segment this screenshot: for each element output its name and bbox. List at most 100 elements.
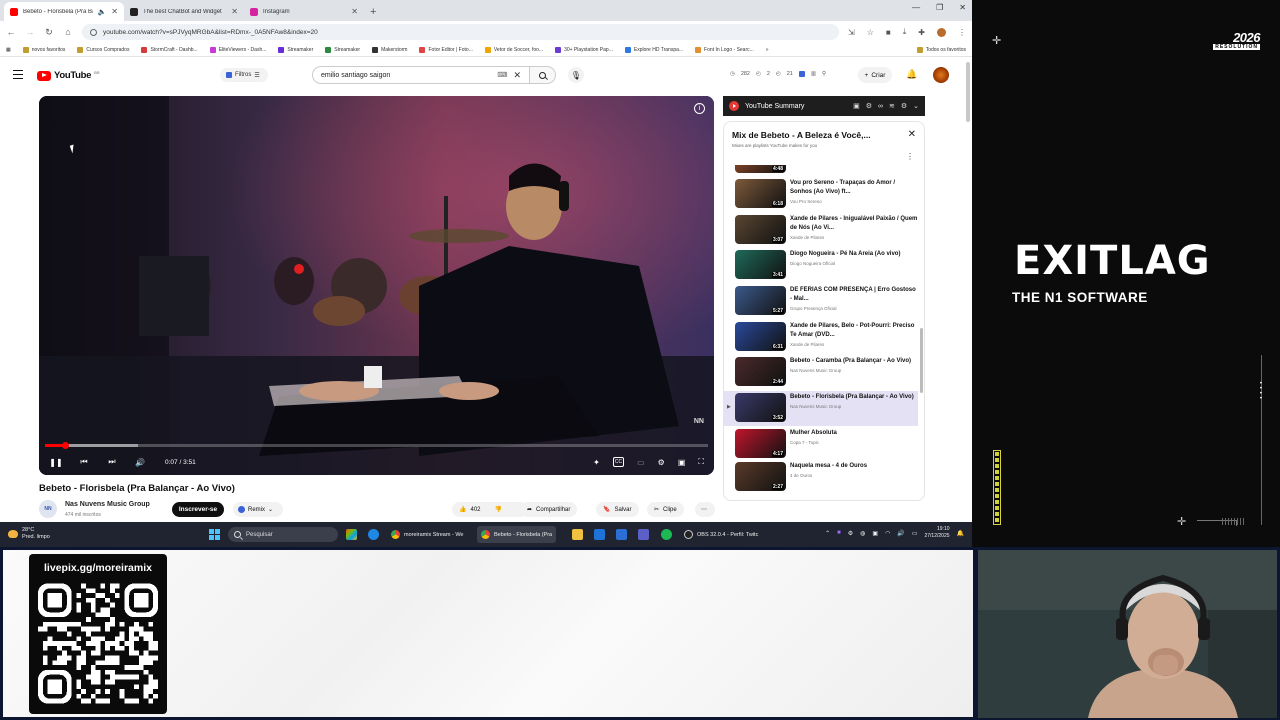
chevron-down-icon[interactable]: ⌄	[913, 102, 919, 110]
notification-icon[interactable]: 🔔	[957, 530, 964, 537]
apps-grid-icon[interactable]: ▦	[6, 47, 11, 53]
site-info-icon[interactable]	[90, 28, 97, 36]
speaker-icon[interactable]: 🔊	[897, 530, 904, 537]
tray-app-icon[interactable]: ■	[837, 530, 841, 536]
playlist-item[interactable]: 3:41 Diogo Nogueira - Pé Na Areia (Ao viv…	[724, 248, 918, 283]
teams-icon[interactable]	[638, 529, 649, 540]
forward-icon[interactable]: →	[25, 27, 35, 37]
account-avatar[interactable]	[933, 67, 949, 83]
more-options-icon[interactable]: ⋮	[906, 152, 914, 161]
video-thumbnail[interactable]: 2:44	[735, 357, 786, 386]
menu-kebab-icon[interactable]: ⋮	[958, 28, 966, 37]
taskbar-app-chrome-youtube[interactable]: Bebeto - Florisbela (Pra	[477, 526, 557, 543]
playlist-item[interactable]: 3:07 Xande de Pilares - Inigualável Paixã…	[724, 213, 918, 248]
miniplayer-icon[interactable]: ▣	[678, 458, 686, 467]
thumbs-down-icon[interactable]: 👎	[495, 506, 502, 513]
create-button[interactable]: + Criar	[858, 67, 892, 83]
puzzle-icon[interactable]: ✚	[918, 28, 925, 37]
tab-youtube[interactable]: Bebeto - Florisbela (Pra Bal 🔈 ✕	[4, 2, 124, 21]
video-thumbnail[interactable]: 5:27	[735, 286, 786, 315]
keyboard-icon[interactable]: ⌨	[497, 71, 507, 79]
taskbar-app-chrome-stream[interactable]: moreiramix Stream - We	[387, 526, 468, 543]
close-window-icon[interactable]: ✕	[959, 3, 966, 12]
minimize-icon[interactable]: —	[912, 3, 920, 12]
bookmark-item[interactable]: EliteViewers - Dash...	[209, 46, 266, 53]
all-bookmarks-folder[interactable]: Todos os favoritos	[916, 46, 966, 53]
install-icon[interactable]: ⇲	[848, 28, 855, 37]
weather-widget[interactable]: 28°C Pred. limpo	[8, 527, 50, 541]
reload-icon[interactable]: ↻	[44, 27, 54, 38]
chevron-up-icon[interactable]: ⌃	[825, 530, 830, 537]
speaker-icon[interactable]: 🔈	[98, 8, 107, 16]
bookmark-item[interactable]: Streamaker	[278, 46, 313, 53]
previous-icon[interactable]: ⏮	[77, 457, 91, 467]
more-actions-icon[interactable]: ⋯	[695, 502, 715, 517]
youtube-summary-bar[interactable]: YouTube Summary ▣ ⚙ ∞ ≋ ⚙ ⌄	[723, 96, 925, 116]
copilot-icon[interactable]	[346, 529, 357, 540]
home-icon[interactable]: ⌂	[63, 27, 73, 37]
search-button[interactable]	[530, 66, 556, 84]
waveform-icon[interactable]: ≋	[889, 102, 895, 110]
video-thumbnail[interactable]: 3:41	[735, 250, 786, 279]
bookmark-item[interactable]: Font In Logo - Searc...	[695, 46, 754, 53]
playlist-scrollbar[interactable]	[920, 328, 923, 393]
subscribe-button[interactable]: Inscrever-se	[172, 502, 224, 517]
openai-icon[interactable]: ⚙	[866, 102, 872, 110]
youtube-logo[interactable]: YouTube BR	[37, 70, 100, 81]
address-bar[interactable]: youtube.com/watch?v=sPJVyqMRGbA&list=RDm…	[82, 24, 840, 40]
bookmark-item[interactable]: Makerstorm	[372, 46, 407, 53]
playlist-item[interactable]: 4:17 Mulher Absoluta Copa 7 - Topic	[724, 427, 918, 462]
extension-icon[interactable]	[798, 71, 805, 77]
wifi-icon[interactable]: ◠	[885, 530, 890, 537]
playlist-item[interactable]: 2:44 Bebeto - Caramba (Pra Balançar - Ao …	[724, 355, 918, 390]
profile-icon[interactable]	[937, 27, 946, 37]
fullscreen-icon[interactable]: ⛶	[698, 457, 704, 467]
bookmark-item[interactable]: novos favoritos	[22, 46, 65, 53]
battery-icon[interactable]: ▭	[912, 530, 918, 537]
taskbar-app-obs[interactable]: OBS 32.0.4 - Perfil: Twitc	[680, 526, 762, 543]
voice-search-button[interactable]: 🎙	[568, 67, 584, 83]
bookmark-item[interactable]: Fotor Editor | Foto...	[419, 46, 473, 53]
calendar-icon[interactable]	[616, 529, 627, 540]
video-player[interactable]: i NN ❚❚ ⏮ ⏭ 🔊 0:07 / 3:51 ✦ CC ▭ ⚙ ▣ ⛶	[39, 96, 714, 475]
more-bookmarks-icon[interactable]: »	[766, 47, 769, 53]
playlist-item[interactable]: 4:48Nas Nuvens Music Group	[724, 165, 918, 177]
progress-bar[interactable]	[45, 442, 708, 449]
channel-watermark[interactable]: NN	[694, 418, 704, 425]
bookmark-item[interactable]: 30+ Playstation Pap...	[555, 46, 613, 53]
robot-icon[interactable]: ▣	[853, 102, 860, 110]
page-scrollbar[interactable]	[966, 62, 970, 122]
close-panel-icon[interactable]: ✕	[908, 129, 916, 140]
sparkle-icon[interactable]: ✦	[593, 458, 600, 467]
folder-icon[interactable]	[572, 529, 583, 540]
info-icon[interactable]: i	[694, 103, 705, 114]
settings-gear-icon[interactable]: ⚙	[658, 458, 665, 467]
video-thumbnail[interactable]: 4:17	[735, 429, 786, 458]
tab-instagram[interactable]: Instagram ✕	[244, 2, 364, 21]
subtitles-icon[interactable]: CC	[612, 457, 625, 467]
video-thumbnail[interactable]: 2:27	[735, 462, 786, 491]
bookmark-item[interactable]: Vetor de Soccer, foo...	[484, 46, 543, 53]
scrubber-handle[interactable]	[61, 442, 69, 449]
taskbar-search[interactable]: Pesquisar	[228, 527, 338, 542]
clear-search-icon[interactable]: ✕	[513, 70, 521, 81]
windows-start-icon[interactable]	[209, 529, 220, 540]
glasses-icon[interactable]: ∞	[878, 103, 883, 110]
thumbs-up-icon[interactable]: 👍	[459, 506, 466, 513]
outlook-icon[interactable]	[594, 529, 605, 540]
tab-chatbot[interactable]: The best ChatBot and Widget ✕	[124, 2, 244, 21]
hamburger-menu-icon[interactable]	[13, 70, 23, 79]
bookmark-item[interactable]: Explore HD Transpa...	[624, 46, 683, 53]
video-thumbnail[interactable]: 3:07	[735, 215, 786, 244]
star-icon[interactable]: ☆	[867, 28, 874, 37]
pin-icon[interactable]: ⚲	[822, 71, 826, 77]
close-tab-icon[interactable]: ✕	[111, 7, 118, 16]
share-button[interactable]: ➦ Compartilhar	[520, 502, 578, 517]
video-thumbnail[interactable]: 3:52	[735, 393, 786, 422]
playlist-item[interactable]: 5:27 DE FÉRIAS COM PRESENÇA | Erro Gostos…	[724, 284, 918, 319]
playlist-item[interactable]: 2:27 Naquela mesa - 4 de Ouros 4 de Ouros	[724, 460, 918, 495]
download-icon[interactable]: ⤓	[903, 27, 907, 37]
save-button[interactable]: 🔖 Salvar	[596, 502, 639, 517]
mix-title[interactable]: Mix de Bebeto - A Beleza é Você,...	[732, 130, 892, 140]
pause-icon[interactable]: ❚❚	[49, 458, 63, 467]
